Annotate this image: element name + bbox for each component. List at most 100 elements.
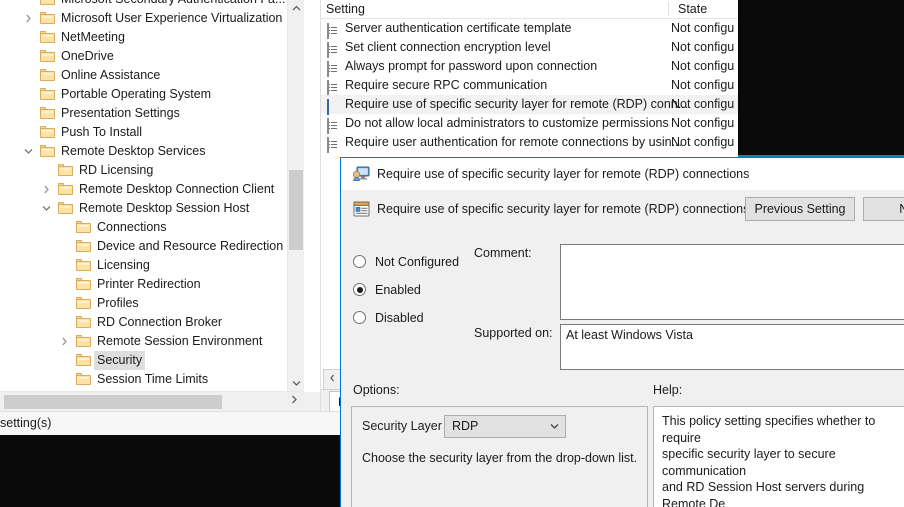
options-label: Options: [353,383,400,397]
tree-item-label: Presentation Settings [61,104,180,123]
chevron-down-icon[interactable] [550,416,559,437]
tree-expander-expanded-icon[interactable] [38,199,54,218]
scroll-up-arrow-icon[interactable] [288,0,304,17]
dialog-title-text: Require use of specific security layer f… [377,158,749,190]
tree-item-session-time-limits[interactable]: Session Time Limits [0,370,304,389]
setting-name: Set client connection encryption level [345,38,551,57]
security-layer-label: Security Layer [362,419,442,433]
radio-not-configured-indicator[interactable] [353,255,366,268]
dialog-title-bar[interactable]: Require use of specific security layer f… [341,158,904,191]
tree-vertical-scrollbar[interactable] [287,0,304,392]
tree-item-push-to-install[interactable]: Push To Install [0,123,304,142]
column-header-setting[interactable]: Setting [321,0,365,18]
radio-enabled-indicator[interactable] [353,283,366,296]
comment-label: Comment: [474,246,532,260]
folder-icon [40,31,55,44]
help-label: Help: [653,383,682,397]
radio-disabled[interactable]: Disabled [353,304,483,332]
tree-item-netmeeting[interactable]: NetMeeting [0,28,304,47]
tree-item-label: Push To Install [61,123,142,142]
tree-item-licensing[interactable]: Licensing [0,256,304,275]
folder-icon [40,88,55,101]
policy-setting-dialog[interactable]: Require use of specific security layer f… [340,157,904,507]
folder-icon [58,202,73,215]
folder-icon [76,278,91,291]
tree-item-online-assistance[interactable]: Online Assistance [0,66,304,85]
security-layer-dropdown[interactable]: RDP [444,415,566,438]
column-divider[interactable] [668,2,669,16]
tree-item-label: Microsoft User Experience Virtualization [61,9,282,28]
comment-field[interactable] [560,244,904,320]
tree-item-label: RD Connection Broker [97,313,222,332]
tree-item-label: Printer Redirection [97,275,201,294]
supported-on-field[interactable]: At least Windows Vista [560,324,904,370]
tree-item-onedrive[interactable]: OneDrive [0,47,304,66]
policy-setting-icon [327,79,340,92]
previous-setting-button[interactable]: Previous Setting [745,197,855,221]
security-layer-hint: Choose the security layer from the drop-… [362,451,637,465]
policy-setting-icon [327,117,340,130]
folder-icon [58,164,73,177]
radio-disabled-indicator[interactable] [353,311,366,324]
folder-icon [76,373,91,386]
scrollbar-corner [304,392,320,412]
tree-scrollbar-thumb[interactable] [289,170,303,250]
tree-item-label: OneDrive [61,47,114,66]
setting-state: Not configu [671,57,734,76]
tree-item-microsoft-user-experience-virtualization[interactable]: Microsoft User Experience Virtualization [0,9,304,28]
radio-not-configured[interactable]: Not Configured [353,248,483,276]
folder-icon [76,316,91,329]
tree-item-portable-operating-system[interactable]: Portable Operating System [0,85,304,104]
tree-horizontal-scrollbar[interactable] [0,391,304,412]
tree-item-connections[interactable]: Connections [0,218,304,237]
tree-item-remote-desktop-connection-client[interactable]: Remote Desktop Connection Client [0,180,304,199]
folder-icon [40,126,55,139]
tree-item-printer-redirection[interactable]: Printer Redirection [0,275,304,294]
tree-item-profiles[interactable]: Profiles [0,294,304,313]
tree-item-remote-desktop-services[interactable]: Remote Desktop Services [0,142,304,161]
folder-icon [76,297,91,310]
radio-enabled[interactable]: Enabled [353,276,483,304]
tree-expander-collapsed-icon[interactable] [38,180,54,199]
setting-name: Always prompt for password upon connecti… [345,57,597,76]
navigation-tree[interactable]: Microsoft Secondary Authentication Fa...… [0,0,304,392]
column-header-state[interactable]: State [673,0,707,18]
tree-item-remote-desktop-session-host[interactable]: Remote Desktop Session Host [0,199,304,218]
policy-state-radio-group[interactable]: Not Configured Enabled Disabled [353,248,483,332]
status-bar-text: setting(s) [0,412,51,435]
policy-setting-icon [327,98,340,111]
scroll-down-arrow-icon[interactable] [288,375,304,392]
options-group: Security Layer RDP Choose the security l… [351,406,648,507]
tree-item-label: Session Time Limits [97,370,208,389]
tree-item-device-and-resource-redirection[interactable]: Device and Resource Redirection [0,237,304,256]
tree-item-label: Portable Operating System [61,85,211,104]
tree-expander-expanded-icon[interactable] [20,142,36,161]
tree-item-remote-session-environment[interactable]: Remote Session Environment [0,332,304,351]
desktop-backdrop-top-right [738,0,904,156]
folder-icon [76,240,91,253]
help-text: This policy setting specifies whether to… [662,413,898,507]
scroll-right-arrow-icon[interactable] [286,392,302,412]
help-group[interactable]: This policy setting specifies whether to… [653,406,904,507]
tree-expander-collapsed-icon[interactable] [56,332,72,351]
tree-item-microsoft-secondary-authentication-fa[interactable]: Microsoft Secondary Authentication Fa... [0,0,304,9]
tree-item-rd-connection-broker[interactable]: RD Connection Broker [0,313,304,332]
dialog-header-text: Require use of specific security layer f… [377,191,749,227]
tree-item-rd-licensing[interactable]: RD Licensing [0,161,304,180]
tree-item-presentation-settings[interactable]: Presentation Settings [0,104,304,123]
policy-setting-icon [353,201,369,217]
folder-icon [76,259,91,272]
setting-name: Server authentication certificate templa… [345,19,572,38]
setting-state: Not configu [671,133,734,152]
tree-item-security[interactable]: Security [0,351,304,370]
folder-icon [40,69,55,82]
radio-not-configured-label: Not Configured [375,255,459,269]
policy-setting-icon [327,136,340,149]
next-setting-button[interactable]: Next S [863,197,904,221]
tree-item-label: Profiles [97,294,139,313]
monitor-icon [353,166,369,181]
navigation-tree-pane[interactable]: Microsoft Secondary Authentication Fa...… [0,0,321,412]
tree-hscrollbar-thumb[interactable] [4,395,222,409]
tree-expander-collapsed-icon[interactable] [20,9,36,28]
folder-icon [76,335,91,348]
